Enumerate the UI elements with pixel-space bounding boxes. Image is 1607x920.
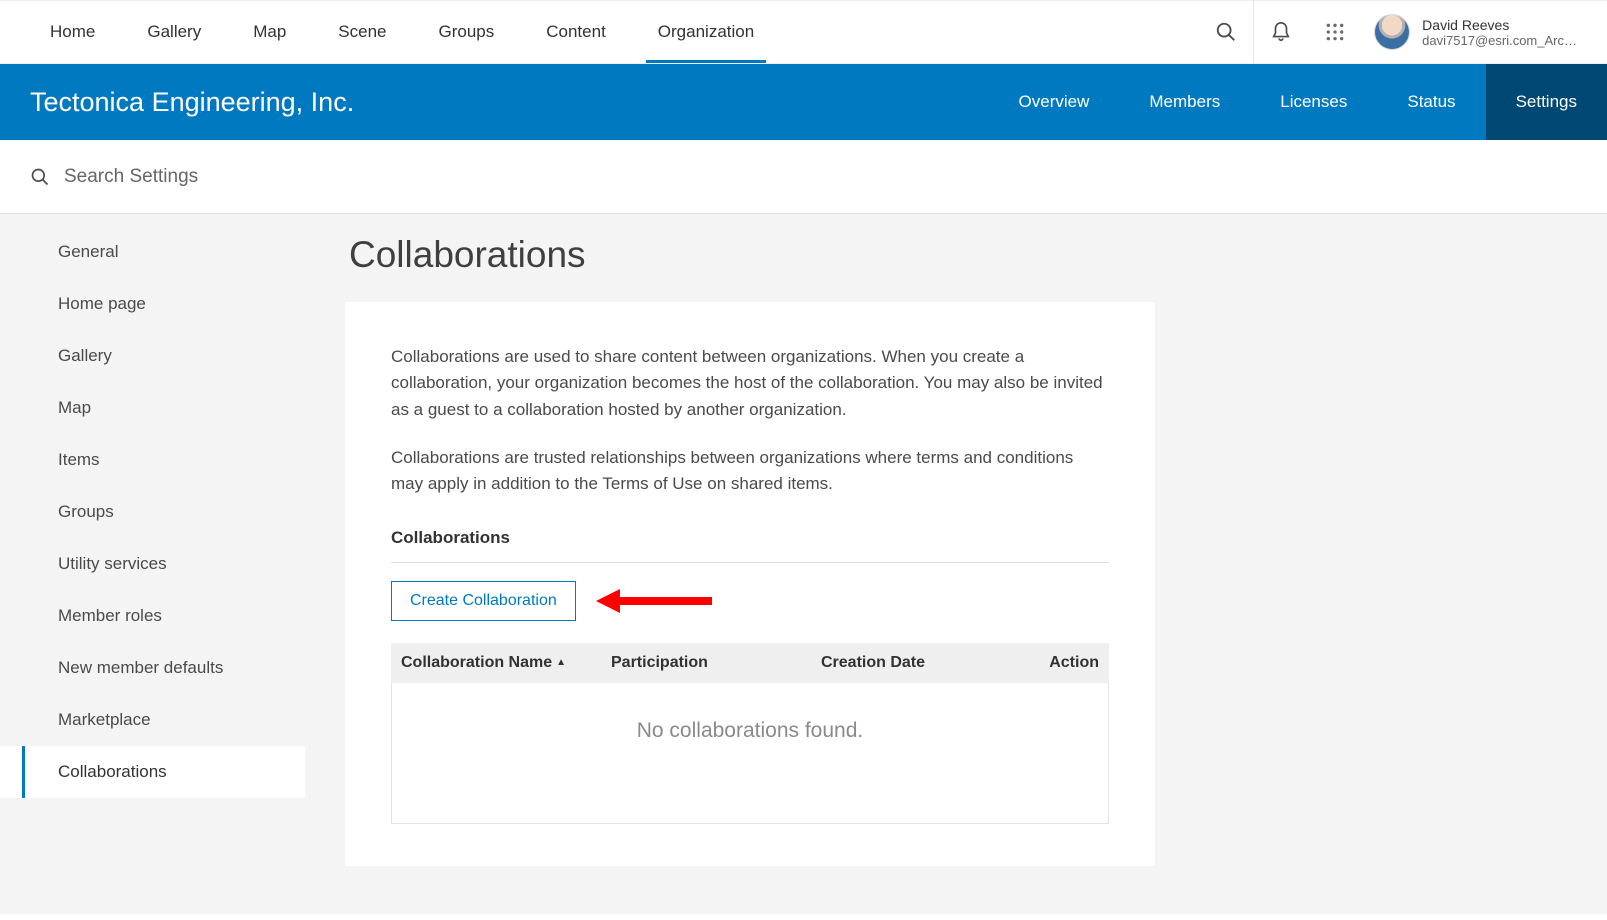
- nav-scene[interactable]: Scene: [338, 2, 386, 62]
- table-header: Collaboration Name ▲ Participation Creat…: [391, 643, 1109, 683]
- description-2: Collaborations are trusted relationships…: [391, 445, 1109, 498]
- avatar: [1374, 14, 1410, 50]
- settings-search-bar: [0, 140, 1607, 214]
- sidebar-item-home-page[interactable]: Home page: [0, 278, 305, 330]
- tab-status[interactable]: Status: [1377, 64, 1485, 140]
- th-action: Action: [1041, 654, 1099, 672]
- top-nav-right: David Reeves davi7517@esri.com_Arc…: [1199, 0, 1577, 64]
- th-collaboration-name[interactable]: Collaboration Name ▲: [401, 654, 611, 672]
- collaborations-panel: Collaborations are used to share content…: [345, 302, 1155, 866]
- sidebar-item-gallery[interactable]: Gallery: [0, 330, 305, 382]
- tab-settings[interactable]: Settings: [1486, 64, 1607, 140]
- sidebar-item-marketplace[interactable]: Marketplace: [0, 694, 305, 746]
- annotation-arrow: [594, 586, 714, 616]
- table-empty-state: No collaborations found.: [391, 683, 1109, 824]
- user-name: David Reeves: [1422, 17, 1577, 33]
- sidebar-item-items[interactable]: Items: [0, 434, 305, 486]
- bell-icon: [1270, 21, 1292, 43]
- sidebar-item-general[interactable]: General: [0, 226, 305, 278]
- nav-content[interactable]: Content: [546, 2, 606, 62]
- org-name: Tectonica Engineering, Inc.: [30, 87, 354, 118]
- apps-grid-icon: [1325, 22, 1345, 42]
- sidebar-item-groups[interactable]: Groups: [0, 486, 305, 538]
- th-participation[interactable]: Participation: [611, 654, 821, 672]
- settings-search-input[interactable]: [64, 166, 464, 188]
- th-name-label: Collaboration Name: [401, 654, 552, 672]
- search-button[interactable]: [1199, 0, 1253, 64]
- sidebar-item-new-member-defaults[interactable]: New member defaults: [0, 642, 305, 694]
- create-collaboration-button[interactable]: Create Collaboration: [391, 581, 576, 621]
- sidebar-item-map[interactable]: Map: [0, 382, 305, 434]
- nav-home[interactable]: Home: [50, 2, 95, 62]
- search-icon: [1215, 21, 1237, 43]
- tab-members[interactable]: Members: [1119, 64, 1250, 140]
- settings-sidebar: General Home page Gallery Map Items Grou…: [0, 214, 305, 914]
- description-1: Collaborations are used to share content…: [391, 344, 1109, 423]
- top-nav: Home Gallery Map Scene Groups Content Or…: [0, 0, 1607, 64]
- nav-map[interactable]: Map: [253, 2, 286, 62]
- notifications-button[interactable]: [1254, 0, 1308, 64]
- org-subnav: Tectonica Engineering, Inc. Overview Mem…: [0, 64, 1607, 140]
- sidebar-item-member-roles[interactable]: Member roles: [0, 590, 305, 642]
- th-creation-date[interactable]: Creation Date: [821, 654, 1041, 672]
- create-row: Create Collaboration: [391, 563, 1109, 621]
- subnav-tabs: Overview Members Licenses Status Setting…: [989, 64, 1607, 140]
- nav-organization[interactable]: Organization: [658, 2, 754, 62]
- sidebar-item-utility-services[interactable]: Utility services: [0, 538, 305, 590]
- nav-groups[interactable]: Groups: [439, 2, 495, 62]
- nav-gallery[interactable]: Gallery: [147, 2, 201, 62]
- search-icon: [30, 167, 50, 187]
- sort-asc-icon: ▲: [556, 657, 566, 668]
- user-text: David Reeves davi7517@esri.com_Arc…: [1422, 17, 1577, 48]
- sidebar-item-collaborations[interactable]: Collaborations: [0, 746, 305, 798]
- user-email: davi7517@esri.com_Arc…: [1422, 33, 1577, 48]
- section-label: Collaborations: [391, 528, 1109, 563]
- main-content: Collaborations Collaborations are used t…: [305, 214, 1607, 914]
- tab-overview[interactable]: Overview: [989, 64, 1120, 140]
- arrow-left-icon: [594, 586, 714, 616]
- top-nav-links: Home Gallery Map Scene Groups Content Or…: [50, 2, 754, 62]
- user-menu[interactable]: David Reeves davi7517@esri.com_Arc…: [1362, 14, 1577, 50]
- app-launcher-button[interactable]: [1308, 0, 1362, 64]
- tab-licenses[interactable]: Licenses: [1250, 64, 1377, 140]
- page-title: Collaborations: [345, 234, 1567, 276]
- body: General Home page Gallery Map Items Grou…: [0, 214, 1607, 914]
